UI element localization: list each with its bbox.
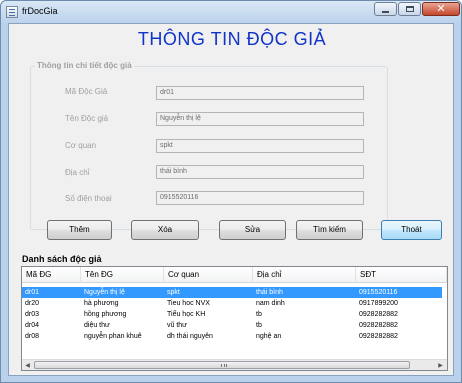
window-title: frDocGia bbox=[22, 6, 58, 16]
cell-id: dr01 bbox=[25, 289, 40, 296]
table-row[interactable]: dr04 diệu thư vũ thư tb 0928282882 bbox=[22, 320, 442, 331]
cell-name: nguyễn phan khuê bbox=[84, 333, 142, 340]
grip-icon bbox=[221, 364, 227, 367]
cell-organization: spkt bbox=[167, 289, 180, 296]
phone-label: Số điện thoại bbox=[65, 194, 112, 203]
cell-name: diệu thư bbox=[84, 322, 110, 329]
cell-address: nam dinh bbox=[256, 300, 285, 307]
cell-id: dr20 bbox=[25, 300, 40, 307]
maximize-button[interactable] bbox=[398, 2, 421, 16]
column-header-phone[interactable]: SĐT bbox=[356, 267, 447, 283]
cell-name: Nguyễn thị lệ bbox=[84, 289, 125, 296]
cell-id: dr04 bbox=[25, 322, 40, 329]
exit-button[interactable]: Thoát bbox=[381, 220, 442, 240]
cell-organization: dh thái nguyên bbox=[167, 333, 213, 340]
close-icon: ✕ bbox=[436, 2, 446, 15]
group-title: Thông tin chi tiết độc giả bbox=[35, 61, 134, 70]
minimize-button[interactable] bbox=[374, 2, 397, 16]
cell-phone: 0928282882 bbox=[359, 322, 398, 329]
form-client-area: THÔNG TIN ĐỘC GIẢ Thông tin chi tiết độc… bbox=[8, 23, 454, 376]
address-label: Địa chỉ bbox=[65, 168, 90, 177]
column-header-organization[interactable]: Cơ quan bbox=[164, 267, 253, 283]
cell-id: dr03 bbox=[25, 311, 40, 318]
reader-id-label: Mã Độc Giả bbox=[65, 87, 108, 96]
cell-phone: 0928282882 bbox=[359, 333, 398, 340]
scroll-right-icon[interactable]: ▶ bbox=[435, 361, 446, 370]
delete-button[interactable]: Xóa bbox=[131, 220, 199, 240]
form-icon[interactable] bbox=[6, 6, 18, 18]
column-header-address[interactable]: Địa chỉ bbox=[253, 267, 356, 283]
organization-field[interactable]: spkt bbox=[156, 139, 364, 153]
cell-address: tb bbox=[256, 322, 262, 329]
scroll-thumb[interactable] bbox=[34, 361, 410, 369]
column-header-id[interactable]: Mã ĐG bbox=[22, 267, 81, 283]
table-row[interactable]: dr03 hồng phương Tiểu học KH tb 09282828… bbox=[22, 309, 442, 320]
cell-phone: 0928282882 bbox=[359, 311, 398, 318]
cell-address: tb bbox=[256, 311, 262, 318]
reader-details-group: Thông tin chi tiết độc giả Mã Độc Giả dr… bbox=[30, 61, 388, 230]
maximize-icon bbox=[405, 6, 414, 12]
horizontal-scrollbar[interactable]: ◀ ▶ bbox=[22, 359, 447, 370]
cell-name: hà phương bbox=[84, 300, 119, 307]
reader-list-heading: Danh sách độc giả bbox=[22, 254, 102, 264]
page-title: THÔNG TIN ĐỘC GIẢ bbox=[137, 29, 327, 49]
title-bar[interactable]: frDocGia ✕ bbox=[1, 1, 461, 23]
scroll-left-icon[interactable]: ◀ bbox=[22, 361, 33, 370]
cell-id: dr08 bbox=[25, 333, 40, 340]
address-field[interactable]: thái bình bbox=[156, 165, 364, 179]
cell-organization: Tieu hoc NVX bbox=[167, 300, 210, 307]
list-header: Mã ĐG Tên ĐG Cơ quan Địa chỉ SĐT bbox=[22, 267, 447, 283]
table-row[interactable]: dr20 hà phương Tieu hoc NVX nam dinh 091… bbox=[22, 298, 442, 309]
cell-phone: 0917899200 bbox=[359, 300, 398, 307]
reader-name-field[interactable]: Nguyễn thị lệ bbox=[156, 112, 364, 126]
phone-field[interactable]: 0915520116 bbox=[156, 191, 364, 205]
cell-address: nghệ an bbox=[256, 333, 282, 340]
cell-organization: Tiểu học KH bbox=[167, 311, 206, 318]
app-window: frDocGia ✕ THÔNG TIN ĐỘC GIẢ Thông tin c… bbox=[0, 0, 462, 383]
close-button[interactable]: ✕ bbox=[422, 2, 460, 16]
column-header-name[interactable]: Tên ĐG bbox=[81, 267, 164, 283]
cell-address: thái bình bbox=[256, 289, 283, 296]
edit-button[interactable]: Sửa bbox=[219, 220, 286, 240]
reader-name-label: Tên Độc giả bbox=[65, 114, 109, 123]
organization-label: Cơ quan bbox=[65, 141, 97, 150]
reader-id-field[interactable]: dr01 bbox=[156, 86, 364, 100]
search-button[interactable]: Tìm kiếm bbox=[296, 220, 363, 240]
minimize-icon bbox=[382, 10, 389, 13]
table-row[interactable]: dr01 Nguyễn thị lệ spkt thái bình 091552… bbox=[22, 287, 442, 298]
table-row[interactable]: dr08 nguyễn phan khuê dh thái nguyên ngh… bbox=[22, 331, 442, 342]
add-button[interactable]: Thêm bbox=[47, 220, 112, 240]
reader-list[interactable]: Mã ĐG Tên ĐG Cơ quan Địa chỉ SĐT dr01 Ng… bbox=[21, 266, 448, 371]
cell-organization: vũ thư bbox=[167, 322, 187, 329]
cell-phone: 0915520116 bbox=[359, 289, 398, 296]
cell-name: hồng phương bbox=[84, 311, 127, 318]
